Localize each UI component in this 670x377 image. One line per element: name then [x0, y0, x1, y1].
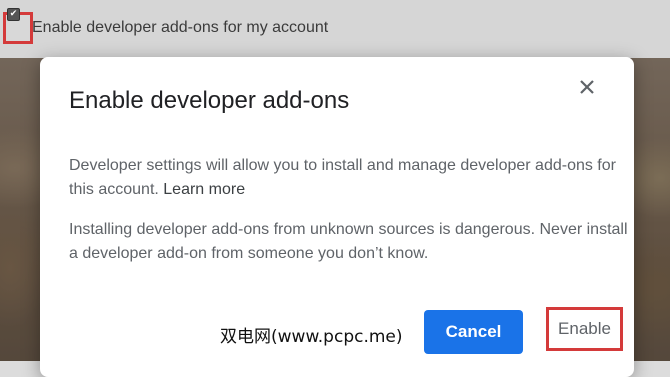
- enable-button[interactable]: Enable: [549, 310, 620, 348]
- dialog-warning: Installing developer add-ons from unknow…: [69, 221, 628, 262]
- dialog-description-text: Developer settings will allow you to ins…: [69, 157, 616, 198]
- dialog-description: Developer settings will allow you to ins…: [69, 154, 629, 202]
- dialog-title: Enable developer add-ons: [69, 87, 350, 114]
- learn-more-link[interactable]: Learn more: [163, 181, 245, 198]
- cancel-button[interactable]: Cancel: [424, 310, 523, 354]
- close-icon[interactable]: [577, 77, 597, 97]
- developer-addons-checkbox[interactable]: ✔: [7, 8, 20, 21]
- watermark-text: 双电网(www.pcpc.me): [220, 327, 403, 347]
- developer-addons-checkbox-label: Enable developer add-ons for my account: [32, 19, 329, 36]
- enable-button-highlight: Enable: [546, 307, 623, 351]
